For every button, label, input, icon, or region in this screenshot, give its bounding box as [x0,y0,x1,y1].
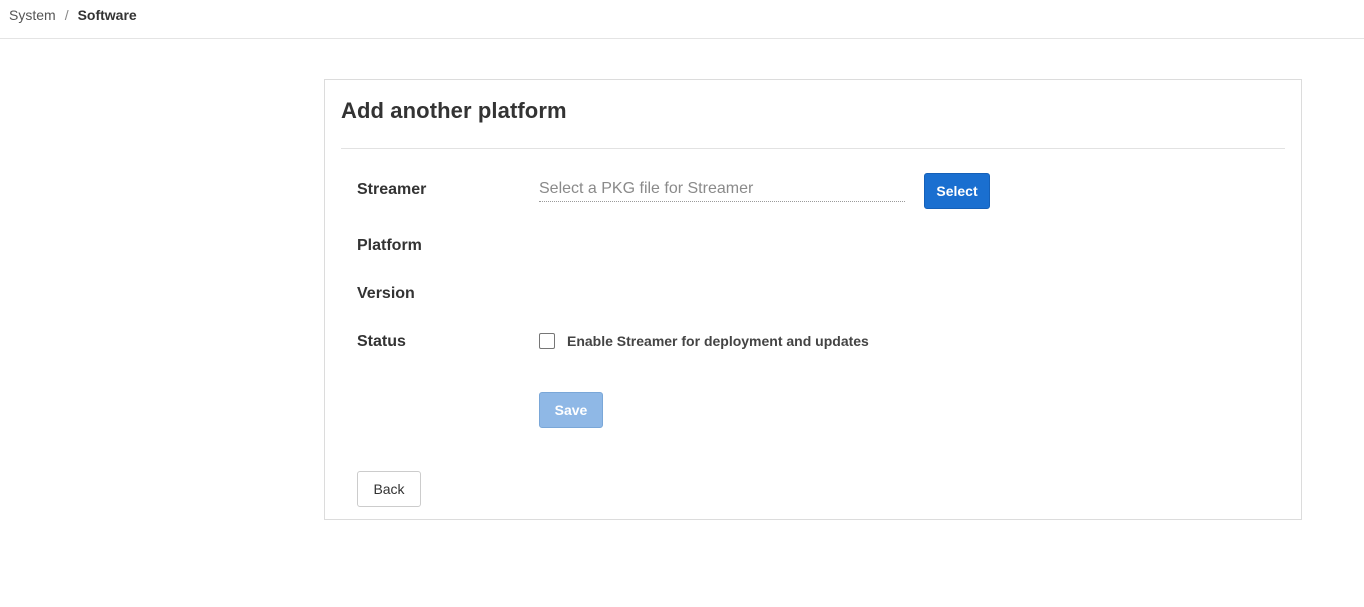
breadcrumb-system-link[interactable]: System [9,7,56,23]
save-button[interactable]: Save [539,392,603,428]
status-label: Status [357,333,406,350]
select-file-button[interactable]: Select [924,173,990,209]
panel-divider [341,148,1285,149]
streamer-file-input[interactable] [539,176,905,202]
panel-title: Add another platform [341,98,567,123]
back-button[interactable]: Back [357,471,421,507]
enable-streamer-checkbox-label[interactable]: Enable Streamer for deployment and updat… [567,333,869,349]
breadcrumb: System / Software [0,0,1364,39]
enable-streamer-checkbox[interactable] [539,333,555,349]
streamer-label: Streamer [357,181,427,198]
version-label: Version [357,285,415,302]
platform-label: Platform [357,237,422,254]
breadcrumb-current: Software [77,7,137,23]
status-checkbox-row: Enable Streamer for deployment and updat… [539,333,869,349]
breadcrumb-separator: / [64,7,69,23]
add-platform-panel: Add another platform Streamer Select Pla… [324,79,1302,520]
